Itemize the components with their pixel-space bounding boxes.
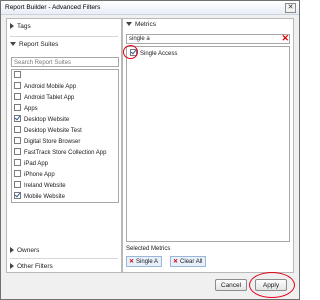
collapse-arrow-icon — [10, 42, 16, 47]
remove-icon[interactable]: ✕ — [129, 259, 134, 265]
metrics-section-toggle[interactable]: Metrics — [126, 21, 156, 28]
list-item-label: Mobile Website — [24, 194, 65, 201]
checkbox[interactable] — [14, 104, 21, 111]
list-item-label: Android Mobile App — [24, 84, 77, 91]
list-item[interactable]: Android Tablet App — [14, 93, 75, 102]
chip-label: Single A — [136, 259, 159, 265]
clear-search-icon[interactable]: ✕ — [281, 33, 289, 43]
highlight-circle — [123, 45, 138, 59]
list-item-label: iPad App — [24, 161, 49, 168]
collapse-arrow-icon — [126, 22, 132, 27]
list-item[interactable]: Mobile Website — [14, 192, 65, 201]
list-item-label: Desktop Website — [24, 117, 70, 124]
list-item[interactable]: Desktop Website Test — [14, 126, 82, 135]
list-item[interactable]: iPad App — [14, 159, 49, 168]
owners-section-toggle[interactable]: Owners — [10, 247, 39, 254]
list-item-label: Ireland Website — [24, 183, 66, 190]
filters-panel: Tags Report Suites Search Report Suites … — [6, 18, 122, 273]
list-item[interactable]: Ireland Website — [14, 181, 66, 190]
clear-all-button[interactable]: ✕ Clear All — [170, 256, 207, 267]
other-filters-label: Other Filters — [17, 263, 53, 270]
checkbox[interactable] — [14, 82, 21, 89]
list-item-label: Apps — [24, 106, 38, 113]
other-filters-section-toggle[interactable]: Other Filters — [10, 263, 53, 270]
checkbox[interactable] — [14, 159, 21, 166]
advanced-filters-dialog: Report Builder - Advanced Filters ✕ Tags… — [0, 0, 300, 300]
list-item[interactable] — [14, 71, 24, 80]
owners-label: Owners — [17, 247, 40, 254]
list-item-label: iPhone App — [24, 172, 55, 179]
title-bar: Report Builder - Advanced Filters ✕ — [1, 1, 299, 15]
list-item[interactable]: Apps — [14, 104, 38, 113]
checkbox-checked[interactable] — [14, 192, 21, 199]
divider — [10, 258, 118, 259]
tags-label: Tags — [17, 23, 31, 30]
list-item[interactable]: Digital Store Browser — [14, 137, 81, 146]
checkbox[interactable] — [14, 137, 21, 144]
checkbox[interactable] — [14, 126, 21, 133]
metrics-search-input[interactable]: single a — [126, 34, 290, 44]
metrics-results-list: Single Access — [126, 46, 290, 242]
expand-arrow-icon — [10, 263, 14, 270]
list-item-label: Single Access — [140, 51, 178, 58]
metrics-panel: Metrics single a ✕ Single Access Selecte… — [122, 18, 294, 273]
clear-icon: ✕ — [173, 259, 179, 265]
selected-metric-chip[interactable]: ✕ Single A — [126, 256, 163, 267]
list-item-label: FastTrack Store Collection App — [24, 150, 107, 157]
checkbox[interactable] — [14, 148, 21, 155]
cancel-button[interactable]: Cancel — [215, 279, 247, 291]
tags-section-toggle[interactable]: Tags — [10, 23, 31, 30]
report-suites-search-input[interactable]: Search Report Suites — [11, 57, 119, 67]
expand-arrow-icon — [10, 247, 14, 254]
checkbox[interactable] — [14, 181, 21, 188]
list-item[interactable]: FastTrack Store Collection App — [14, 148, 107, 157]
report-suites-list: Android Mobile App Android Tablet App Ap… — [11, 69, 119, 203]
list-item[interactable]: iPhone App — [14, 170, 55, 179]
window-title: Report Builder - Advanced Filters — [5, 4, 101, 11]
list-item-label: Desktop Website Test — [24, 128, 82, 135]
highlight-circle — [249, 272, 295, 298]
checkbox-checked[interactable] — [14, 115, 21, 122]
selected-metrics-label: Selected Metrics — [126, 246, 171, 252]
clear-all-label: Clear All — [180, 259, 203, 265]
report-suites-section-toggle[interactable]: Report Suites — [10, 41, 58, 48]
metrics-label: Metrics — [135, 21, 156, 28]
list-item-label: Digital Store Browser — [24, 139, 81, 146]
list-item[interactable]: Android Mobile App — [14, 82, 77, 91]
checkbox[interactable] — [14, 170, 21, 177]
list-item-label: Android Tablet App — [24, 95, 75, 102]
close-icon[interactable]: ✕ — [285, 3, 296, 13]
checkbox[interactable] — [14, 71, 21, 78]
divider — [10, 36, 118, 37]
report-suites-label: Report Suites — [19, 41, 59, 48]
checkbox[interactable] — [14, 93, 21, 100]
list-item[interactable]: Desktop Website — [14, 115, 70, 124]
expand-arrow-icon — [10, 23, 14, 30]
